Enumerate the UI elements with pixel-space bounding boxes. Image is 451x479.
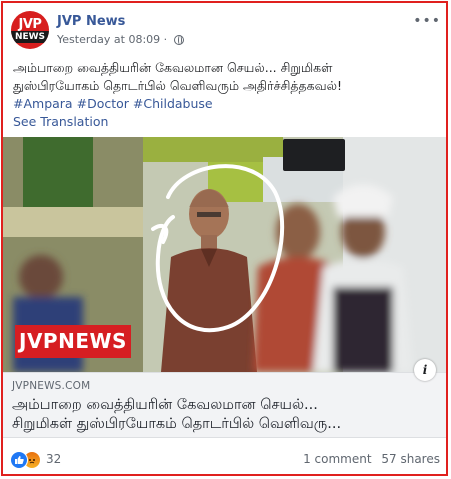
post-text-line-2: துஸ்பிரயோகம் தொடர்பில் வெளிவரும் அதிர்ச்… bbox=[13, 78, 343, 93]
more-options-button[interactable]: ••• bbox=[413, 13, 441, 29]
page-name-link[interactable]: JVP News bbox=[57, 14, 125, 29]
hashtag-link[interactable]: #Doctor bbox=[77, 96, 129, 111]
watermark-logo: JVPNEWS bbox=[19, 329, 127, 353]
globe-icon bbox=[173, 35, 184, 45]
hashtag-link[interactable]: #Ampara bbox=[13, 96, 73, 111]
info-button[interactable]: i bbox=[414, 359, 436, 381]
post-header: JVP NEWS JVP News Yesterday at 08:09 · •… bbox=[11, 11, 443, 51]
comments-count-link[interactable]: 1 comment bbox=[303, 452, 371, 466]
post-timestamp[interactable]: Yesterday at 08:09 · bbox=[57, 33, 171, 46]
hashtags: #Ampara #Doctor #Childabuse bbox=[13, 95, 443, 113]
link-preview[interactable]: i JVPNEWS.COM அம்பாறை வைத்தியரின் கேவலமா… bbox=[3, 359, 446, 438]
post-meta: Yesterday at 08:09 · bbox=[57, 33, 184, 46]
post-image[interactable]: JVPNEWS bbox=[3, 137, 446, 372]
engagement-stats: 1 comment 57 shares bbox=[303, 452, 440, 466]
see-translation-link[interactable]: See Translation bbox=[13, 114, 108, 129]
post-footer: 32 1 comment 57 shares bbox=[10, 449, 440, 469]
link-title-line-2: சிறுமிகள் துஸ்பிரயோகம் தொடர்பில் வெளிவரு… bbox=[12, 416, 342, 432]
avatar-logo-top: JVP bbox=[18, 17, 42, 32]
link-domain: JVPNEWS.COM bbox=[12, 380, 91, 392]
avatar-logo-bottom: NEWS bbox=[11, 31, 49, 43]
post-text: அம்பாறை வைத்தியரின் கேவலமான செயல்... சிற… bbox=[13, 59, 443, 113]
link-title-line-1: அம்பாறை வைத்தியரின் கேவலமான செயல்... bbox=[12, 397, 318, 413]
page-avatar[interactable]: JVP NEWS bbox=[11, 11, 49, 49]
reaction-count[interactable]: 32 bbox=[46, 452, 61, 466]
shares-count-link[interactable]: 57 shares bbox=[381, 452, 440, 466]
hashtag-link[interactable]: #Childabuse bbox=[133, 96, 213, 111]
link-title[interactable]: அம்பாறை வைத்தியரின் கேவலமான செயல்... சிற… bbox=[12, 396, 438, 434]
post-text-line-1: அம்பாறை வைத்தியரின் கேவலமான செயல்... சிற… bbox=[13, 60, 333, 75]
like-reaction-icon[interactable] bbox=[10, 451, 28, 469]
